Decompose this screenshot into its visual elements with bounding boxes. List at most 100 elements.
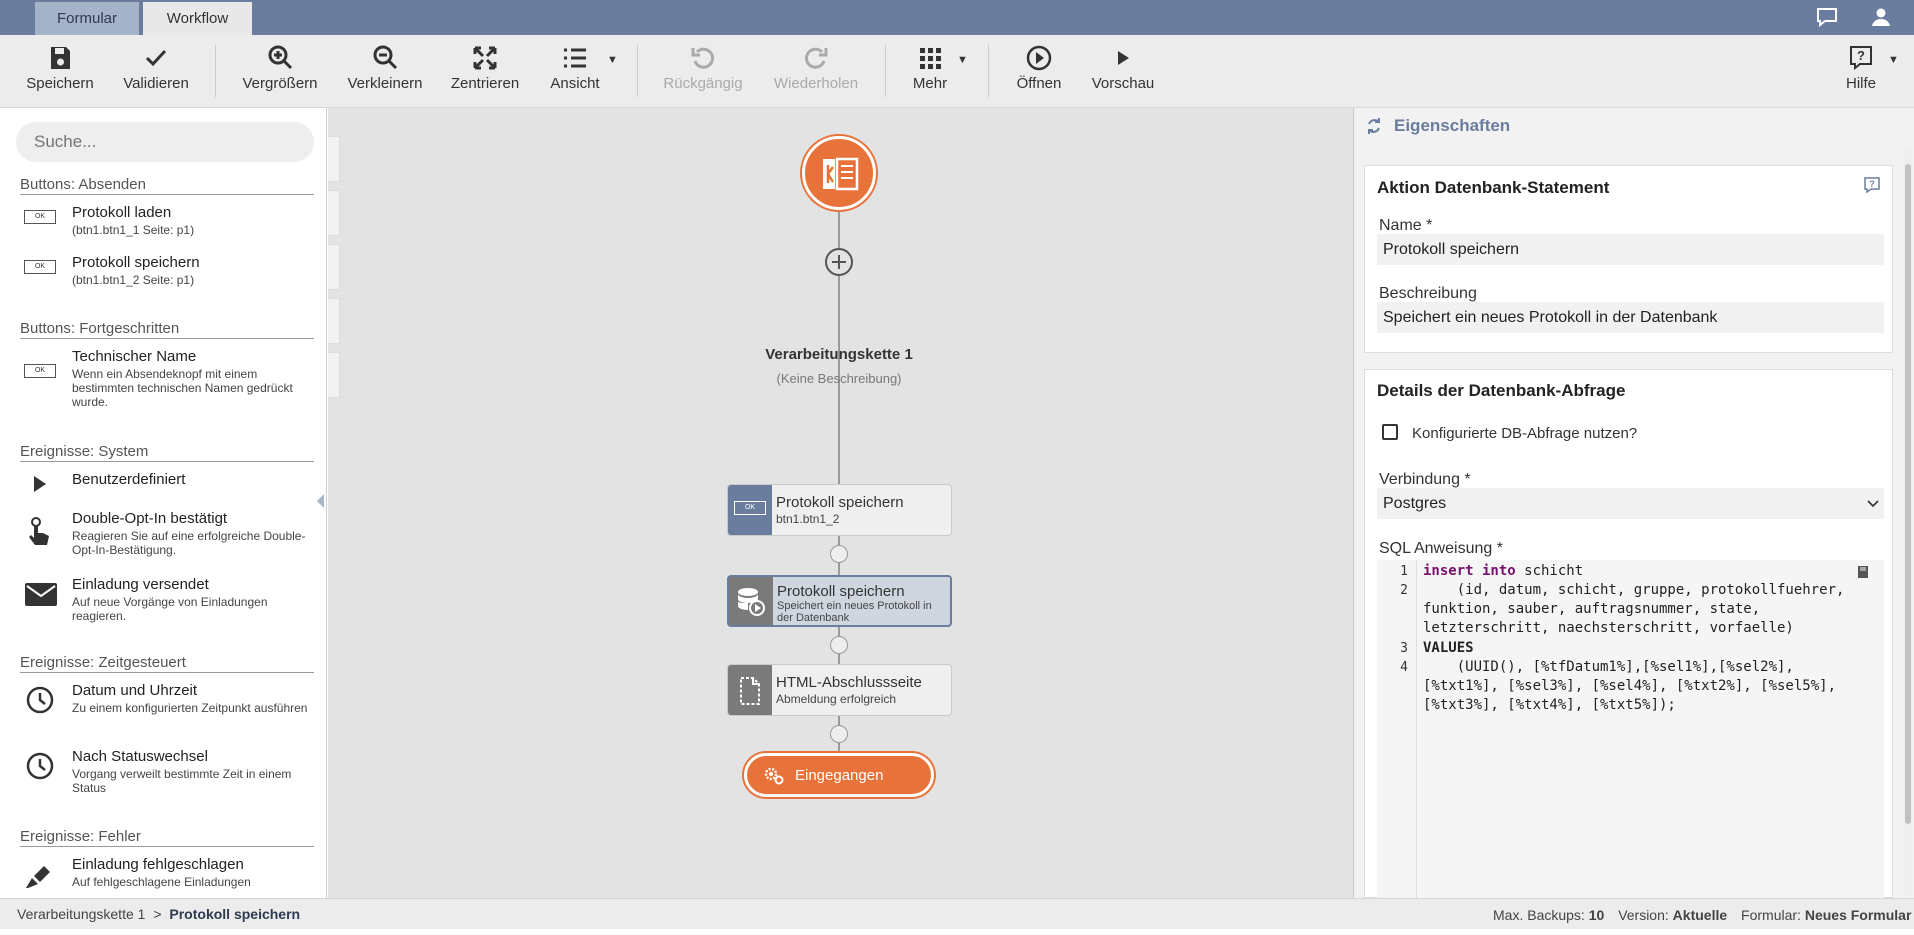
page-bottom-edge [0, 929, 1914, 935]
canvas-side-tab[interactable] [328, 136, 340, 182]
name-field[interactable]: Protokoll speichern [1377, 234, 1884, 265]
connection-select[interactable]: Postgres [1377, 488, 1884, 519]
scrollbar-track[interactable] [1904, 148, 1912, 896]
palette-item-benutzerdefiniert[interactable]: Benutzerdefiniert [24, 471, 314, 495]
section-events-system: Ereignisse: System [20, 443, 314, 462]
tab-workflow[interactable]: Workflow [143, 2, 252, 35]
validate-button[interactable]: Validieren [116, 43, 196, 101]
sql-keyword: VALUES [1423, 640, 1474, 656]
tab-formular[interactable]: Formular [35, 2, 139, 35]
gears-icon [764, 767, 784, 785]
search-input[interactable] [16, 122, 314, 162]
more-button[interactable]: Mehr [905, 43, 955, 101]
palette-item-title: Double-Opt-In bestätigt [72, 510, 228, 527]
user-icon[interactable] [1870, 7, 1892, 27]
center-label: Zentrieren [450, 75, 520, 92]
version-label: Version: [1618, 907, 1669, 923]
undo-button[interactable]: Rückgängig [656, 43, 750, 101]
line-number: 1 [1400, 564, 1408, 579]
center-button[interactable]: Zentrieren [447, 43, 523, 101]
help-button[interactable]: ? Hilfe [1836, 43, 1886, 101]
palette-item-double-opt-in[interactable]: Double-Opt-In bestätigt Reagieren Sie au… [24, 510, 314, 557]
db-query-checkbox-label: Konfigurierte DB-Abfrage nutzen? [1412, 425, 1638, 442]
svg-text:?: ? [1857, 48, 1865, 63]
end-node-label: Eingegangen [795, 767, 884, 784]
chat-icon[interactable] [1815, 6, 1839, 28]
more-dropdown-caret-icon[interactable]: ▼ [957, 54, 968, 66]
canvas-side-tab[interactable] [328, 244, 340, 290]
svg-text:?: ? [1869, 179, 1875, 189]
collapse-left-panel-icon[interactable] [316, 493, 326, 509]
toolbar-divider [637, 45, 638, 97]
palette-item-einladung-fehlgeschlagen[interactable]: Einladung fehlgeschlagen Auf fehlgeschla… [24, 856, 314, 896]
palette-item-datum-uhrzeit[interactable]: Datum und Uhrzeit Zu einem konfigurierte… [24, 682, 314, 726]
preview-label: Vorschau [1091, 75, 1155, 92]
properties-header: Eigenschaften [1394, 116, 1511, 135]
form-start-node[interactable] [802, 136, 876, 210]
db-query-card: Details der Datenbank-Abfrage Konfigurie… [1364, 369, 1893, 898]
save-label: Speichern [26, 75, 94, 92]
node-subtitle: Speichert ein neues Protokoll in der Dat… [777, 600, 932, 624]
palette-item-technischer-name[interactable]: OK Technischer Name Wenn ein Absendeknop… [24, 348, 314, 412]
sql-keyword: insert into [1423, 563, 1516, 579]
sql-editor[interactable]: 1 2 3 4 insert into schicht (id, datum, … [1377, 560, 1884, 898]
canvas-side-tab[interactable] [328, 190, 340, 236]
flow-node-html-page[interactable]: HTML-Abschlussseite Abmeldung erfolgreic… [727, 664, 952, 716]
play-icon [1118, 51, 1129, 65]
sql-line: [%txt3%], [%txt4%], [%txt5%]); [1423, 697, 1676, 713]
node-title: HTML-Abschlussseite [776, 674, 922, 691]
breadcrumb: Verarbeitungskette 1 > Protokoll speiche… [17, 906, 300, 922]
flow-connector-handle[interactable] [830, 636, 848, 654]
palette-item-protokoll-speichern[interactable]: OK Protokoll speichern (btn1.btn1_2 Seit… [24, 254, 314, 294]
palette-item-einladung-versendet[interactable]: Einladung versendet Auf neue Vorgänge vo… [24, 576, 314, 623]
document-icon [740, 677, 760, 705]
chevron-down-icon[interactable] [1867, 499, 1879, 509]
status-bar: Verarbeitungskette 1 > Protokoll speiche… [0, 898, 1914, 929]
line-number: 3 [1400, 641, 1408, 656]
help-label: Hilfe [1845, 75, 1876, 92]
sql-line: insert into schicht [1423, 562, 1583, 581]
grid-icon [920, 48, 941, 69]
toolbar-divider [988, 45, 989, 97]
save-button[interactable]: Speichern [20, 43, 100, 101]
canvas-side-tab[interactable] [328, 352, 340, 398]
zoom-out-button[interactable]: Verkleinern [340, 43, 430, 101]
ok-button-icon: OK [24, 364, 56, 378]
zoom-in-button[interactable]: Vergrößern [236, 43, 324, 101]
node-title: Protokoll speichern [777, 583, 905, 600]
palette-item-subtitle: Zu einem konfigurierten Zeitpunkt ausfüh… [72, 701, 308, 715]
sql-text: schicht [1515, 563, 1584, 579]
flow-connector-handle[interactable] [830, 545, 848, 563]
form-label: Formular: [1741, 907, 1801, 923]
book-icon[interactable] [1855, 564, 1871, 580]
help-dropdown-caret-icon[interactable]: ▼ [1888, 54, 1899, 66]
breadcrumb-item[interactable]: Verarbeitungskette 1 [17, 906, 145, 922]
palette-item-title: Datum und Uhrzeit [72, 682, 198, 699]
version-value: Aktuelle [1672, 907, 1728, 923]
canvas-side-tab[interactable] [328, 298, 340, 344]
refresh-icon[interactable] [1365, 117, 1383, 135]
palette-item-subtitle: Vorgang verweilt bestimmte Zeit in einem… [72, 767, 292, 795]
help-icon[interactable]: ? [1863, 176, 1881, 194]
clock-icon [26, 752, 54, 780]
card-title: Aktion Datenbank-Statement [1377, 178, 1610, 197]
palette-item-protokoll-laden[interactable]: OK Protokoll laden (btn1.btn1_1 Seite: p… [24, 204, 314, 244]
flow-connector-handle[interactable] [830, 725, 848, 743]
backups-value: 10 [1588, 907, 1605, 923]
view-button[interactable]: Ansicht [542, 43, 608, 101]
description-field[interactable]: Speichert ein neues Protokoll in der Dat… [1377, 302, 1884, 333]
view-dropdown-caret-icon[interactable]: ▼ [607, 54, 618, 66]
end-node-eingegangen[interactable]: Eingegangen [744, 753, 934, 797]
flow-node-trigger[interactable]: OK Protokoll speichern btn1.btn1_2 [727, 484, 952, 536]
ok-button-icon: OK [24, 210, 56, 224]
redo-button[interactable]: Wiederholen [768, 43, 864, 101]
flow-node-db-action-selected[interactable]: Protokoll speichern Speichert ein neues … [727, 575, 952, 627]
scrollbar-thumb[interactable] [1905, 164, 1911, 824]
node-subtitle: Abmeldung erfolgreich [776, 692, 897, 706]
add-step-icon[interactable] [824, 247, 854, 277]
palette-item-nach-statuswechsel[interactable]: Nach Statuswechsel Vorgang verweilt best… [24, 748, 314, 795]
db-query-checkbox[interactable] [1382, 424, 1398, 440]
preview-button[interactable]: Vorschau [1088, 43, 1158, 101]
open-button[interactable]: Öffnen [1008, 43, 1070, 101]
check-icon [145, 49, 167, 67]
